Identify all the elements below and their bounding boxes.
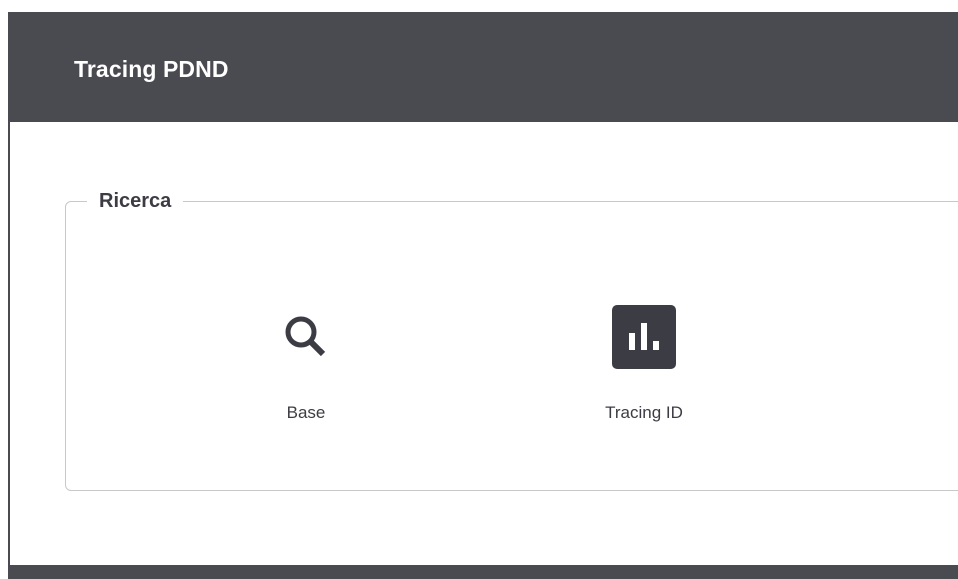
app-frame: Tracing PDND Ricerca Base Tracing ID	[8, 12, 958, 579]
section-legend: Ricerca	[99, 190, 172, 212]
search-base-label: Base	[286, 403, 326, 422]
page-title: Tracing PDND	[74, 56, 229, 82]
search-section: Ricerca Base Tracing ID	[65, 189, 958, 491]
bar-chart-icon	[544, 305, 744, 369]
page-header: Tracing PDND	[8, 12, 958, 122]
main-content: Ricerca Base Tracing ID	[10, 122, 958, 565]
search-icon	[206, 305, 406, 369]
tracing-id-tile[interactable]: Tracing ID	[544, 305, 744, 424]
search-base-tile[interactable]: Base	[206, 305, 406, 424]
tracing-id-label: Tracing ID	[605, 403, 683, 422]
